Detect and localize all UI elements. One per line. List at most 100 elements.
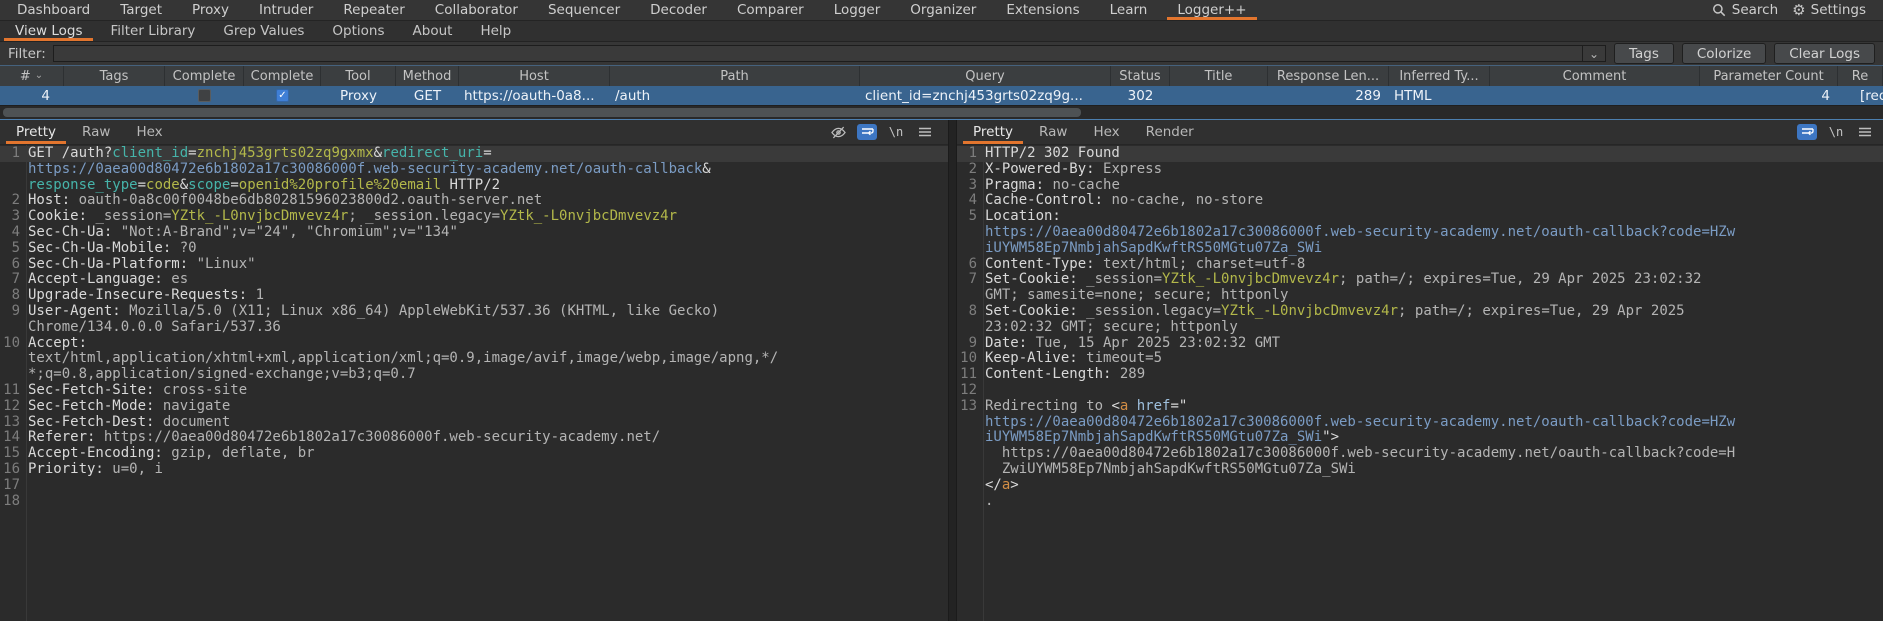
- column-label: Re: [1852, 69, 1868, 84]
- request-tab-raw[interactable]: Raw: [69, 120, 123, 144]
- cell-path[interactable]: /auth: [610, 86, 860, 105]
- menu-item-organizer[interactable]: Organizer: [895, 0, 991, 20]
- menu-item-intruder[interactable]: Intruder: [244, 0, 328, 20]
- filter-input-wrap: ⌄: [53, 45, 1606, 62]
- column-header-status[interactable]: Status: [1111, 66, 1170, 86]
- menu-item-collaborator[interactable]: Collaborator: [420, 0, 533, 20]
- line-text: *;q=0.8,application/signed-exchange;v=b3…: [20, 367, 416, 383]
- log-table-selected-row[interactable]: 4 ProxyGEThttps://oauth-0a8.../authclient…: [0, 86, 1883, 105]
- cell-complete-response[interactable]: [244, 86, 321, 105]
- menu-icon[interactable]: [915, 124, 935, 140]
- response-tab-bar: PrettyRawHexRender \n: [957, 120, 1883, 145]
- response-editor[interactable]: 1HTTP/2 302 Found2X-Powered-By: Express3…: [957, 145, 1883, 621]
- column-header-tool[interactable]: Tool: [321, 66, 396, 86]
- column-header-reflections[interactable]: Re: [1838, 66, 1883, 86]
- menu-item-logger[interactable]: Logger: [819, 0, 896, 20]
- column-header-response-length[interactable]: Response Len...: [1268, 66, 1389, 86]
- cell-inferred-type[interactable]: HTML: [1389, 86, 1490, 105]
- request-editor[interactable]: 1GET /auth?client_id=znchj453grts02zq9gx…: [0, 145, 948, 621]
- line-text: Cookie: _session=YZtk_-L0nvjbcDmvevz4r; …: [20, 209, 677, 225]
- line-number: [957, 288, 977, 304]
- cell-parameter-count[interactable]: 4: [1700, 86, 1838, 105]
- response-tab-hex[interactable]: Hex: [1080, 120, 1132, 144]
- menu-item-sequencer[interactable]: Sequencer: [533, 0, 635, 20]
- response-line: 13Redirecting to <a href=": [957, 399, 1883, 415]
- cell-comment[interactable]: [1490, 86, 1700, 105]
- line-number: [957, 446, 977, 462]
- cell-host[interactable]: https://oauth-0a8...: [459, 86, 610, 105]
- tags-button[interactable]: Tags: [1614, 43, 1674, 64]
- newline-icon[interactable]: \n: [886, 124, 906, 140]
- column-header-complete-request[interactable]: Complete: [165, 66, 244, 86]
- column-header-path[interactable]: Path: [610, 66, 860, 86]
- column-header-title[interactable]: Title: [1170, 66, 1268, 86]
- column-header-parameter-count[interactable]: Parameter Count: [1700, 66, 1838, 86]
- word-wrap-icon[interactable]: [857, 124, 877, 140]
- column-header-number[interactable]: #⌄: [0, 66, 64, 86]
- menu-item-target[interactable]: Target: [105, 0, 177, 20]
- subtab-about[interactable]: About: [399, 21, 467, 41]
- filter-input[interactable]: [53, 45, 1582, 62]
- request-line: Chrome/134.0.0.0 Safari/537.36: [0, 320, 948, 336]
- request-tab-hex[interactable]: Hex: [123, 120, 175, 144]
- response-tab-render[interactable]: Render: [1133, 120, 1207, 144]
- cell-status[interactable]: 302: [1111, 86, 1170, 105]
- search-button[interactable]: Search: [1705, 2, 1785, 18]
- line-text: Chrome/134.0.0.0 Safari/537.36: [20, 320, 281, 336]
- panel-splitter[interactable]: [948, 120, 957, 621]
- response-line: https://0aea00d80472e6b1802a17c30086000f…: [957, 225, 1883, 241]
- subtab-filter-library[interactable]: Filter Library: [96, 21, 209, 41]
- cell-query[interactable]: client_id=znchj453grts02zq9g...: [860, 86, 1111, 105]
- line-text: Accept-Language: es: [20, 272, 188, 288]
- line-text: text/html,application/xhtml+xml,applicat…: [20, 351, 778, 367]
- column-header-query[interactable]: Query: [860, 66, 1111, 86]
- menu-item-extensions[interactable]: Extensions: [991, 0, 1094, 20]
- column-header-comment[interactable]: Comment: [1490, 66, 1700, 86]
- line-number: 12: [0, 399, 20, 415]
- menu-item-decoder[interactable]: Decoder: [635, 0, 722, 20]
- cell-number[interactable]: 4: [0, 86, 64, 105]
- column-header-host[interactable]: Host: [459, 66, 610, 86]
- filter-dropdown-button[interactable]: ⌄: [1582, 45, 1606, 62]
- line-number: 15: [0, 446, 20, 462]
- menu-item-repeater[interactable]: Repeater: [328, 0, 419, 20]
- eye-off-icon[interactable]: [828, 124, 848, 140]
- column-header-tags[interactable]: Tags: [64, 66, 165, 86]
- cell-complete-request[interactable]: [165, 86, 244, 105]
- subtab-view-logs[interactable]: View Logs: [1, 21, 96, 41]
- menu-icon[interactable]: [1855, 124, 1875, 140]
- request-tab-pretty[interactable]: Pretty: [3, 120, 69, 144]
- menu-item-comparer[interactable]: Comparer: [722, 0, 819, 20]
- subtab-help[interactable]: Help: [466, 21, 525, 41]
- complete-request-checkbox[interactable]: [198, 89, 211, 102]
- menu-item-proxy[interactable]: Proxy: [177, 0, 244, 20]
- column-header-method[interactable]: Method: [396, 66, 459, 86]
- complete-response-checkbox[interactable]: [276, 89, 289, 102]
- cell-title[interactable]: [1170, 86, 1268, 105]
- request-line: 10Accept:: [0, 336, 948, 352]
- response-tab-raw[interactable]: Raw: [1026, 120, 1080, 144]
- colorize-button[interactable]: Colorize: [1682, 43, 1766, 64]
- menu-item-learn[interactable]: Learn: [1095, 0, 1163, 20]
- subtab-options[interactable]: Options: [318, 21, 398, 41]
- column-header-complete-response[interactable]: Complete: [244, 66, 321, 86]
- clear-logs-button[interactable]: Clear Logs: [1774, 43, 1875, 64]
- menu-item-dashboard[interactable]: Dashboard: [2, 0, 105, 20]
- horizontal-scrollbar[interactable]: [0, 105, 1883, 119]
- column-label: Path: [720, 69, 749, 84]
- request-panel: PrettyRawHex \n 1GET /auth?client_id=znc…: [0, 120, 948, 621]
- cell-tool[interactable]: Proxy: [321, 86, 396, 105]
- settings-button[interactable]: ⚙ Settings: [1785, 2, 1873, 18]
- response-tab-pretty[interactable]: Pretty: [960, 120, 1026, 144]
- cell-response-length[interactable]: 289: [1268, 86, 1389, 105]
- word-wrap-icon[interactable]: [1797, 124, 1817, 140]
- menu-item-loggerplusplus[interactable]: Logger++: [1162, 0, 1261, 20]
- horizontal-scrollbar-thumb[interactable]: [3, 108, 1081, 117]
- line-text: iUYWM58Ep7NmbjahSapdKwftRS50MGtu07Za_SWi…: [977, 430, 1339, 446]
- column-header-inferred-type[interactable]: Inferred Ty...: [1389, 66, 1490, 86]
- cell-tags[interactable]: [64, 86, 165, 105]
- newline-icon[interactable]: \n: [1826, 124, 1846, 140]
- cell-method[interactable]: GET: [396, 86, 459, 105]
- cell-reflections[interactable]: [red: [1838, 86, 1883, 105]
- subtab-grep-values[interactable]: Grep Values: [209, 21, 318, 41]
